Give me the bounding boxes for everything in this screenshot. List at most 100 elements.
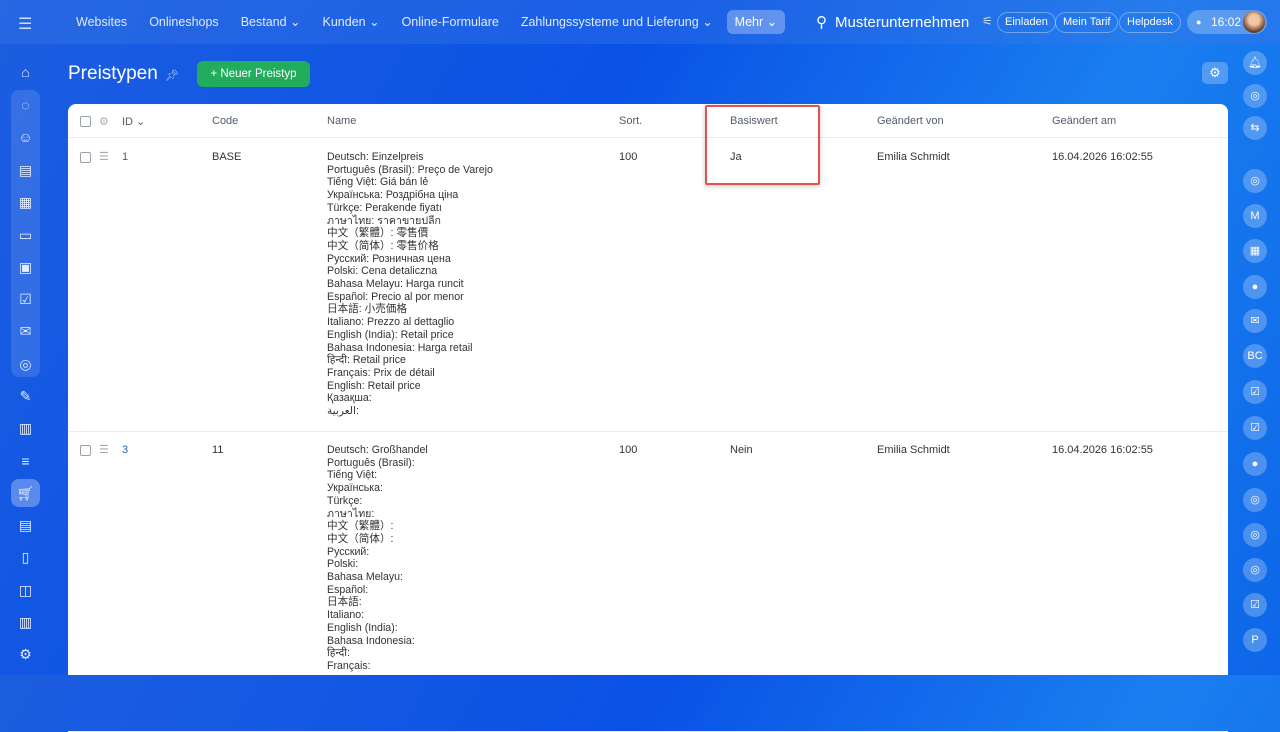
right-sidebar-icon[interactable]: M — [1243, 204, 1267, 228]
name-translation: Tiếng Việt: Giá bán lẻ — [327, 176, 429, 189]
right-sidebar-icon[interactable]: ☑ — [1243, 416, 1267, 440]
invite-button[interactable]: Einladen — [997, 12, 1056, 33]
top-nav: Websites Onlineshops Bestand ⌄ Kunden ⌄ Onli… — [68, 0, 791, 44]
nav-item[interactable]: Mehr ⌄ — [726, 10, 786, 34]
right-sidebar-icon[interactable]: ☑ — [1243, 593, 1267, 617]
row-id-link[interactable]: 1 — [122, 151, 128, 163]
right-sidebar-icon[interactable]: P — [1243, 628, 1267, 652]
header-code[interactable]: Code — [212, 115, 238, 127]
name-translation: ภาษาไทย: — [327, 507, 375, 520]
pin-icon[interactable]: 📌︎ — [165, 69, 179, 82]
mail-icon[interactable]: ✉ — [11, 317, 40, 345]
user-avatar[interactable] — [1243, 11, 1265, 33]
row-checkbox[interactable] — [80, 445, 91, 456]
company-search[interactable]: ⚲ Musterunternehmen — [816, 13, 969, 32]
row-id-link[interactable]: 3 — [122, 444, 128, 456]
right-sidebar-icon[interactable]: ✉ — [1243, 309, 1267, 333]
name-translation: हिन्दी: — [327, 647, 350, 660]
documents-icon[interactable]: ▤ — [11, 156, 40, 184]
home-icon[interactable]: ⌂ — [11, 58, 40, 86]
nav-item[interactable]: Online-Formulare — [394, 10, 507, 34]
shop-icon[interactable]: 🛒︎ — [11, 479, 40, 507]
drive-icon[interactable]: ▭ — [11, 221, 40, 249]
row-changed-at: 16.04.2026 16:02:55 — [1052, 151, 1153, 163]
row-code: BASE — [212, 151, 242, 163]
drag-handle-icon[interactable]: ☰ — [99, 150, 109, 163]
cards-icon[interactable]: ▤ — [11, 511, 40, 539]
select-all-checkbox[interactable] — [80, 116, 91, 127]
file-icon[interactable]: ▯ — [11, 543, 40, 571]
row-base-value: Nein — [730, 444, 753, 456]
automation-icon[interactable]: ◌ — [11, 91, 40, 119]
name-translation: Türkçe: — [327, 494, 363, 507]
menu-icon[interactable]: ☰ — [18, 14, 32, 34]
helpdesk-button[interactable]: Helpdesk — [1119, 12, 1181, 33]
right-sidebar-icon[interactable]: ◎ — [1243, 488, 1267, 512]
bell-icon[interactable]: 🔔︎ — [1243, 51, 1267, 75]
book-icon[interactable]: ◫ — [11, 576, 40, 604]
right-sidebar-icon[interactable]: ◎ — [1243, 523, 1267, 547]
chat-icon[interactable]: ◎ — [11, 350, 40, 378]
name-translation: Português (Brasil): Preço de Varejo — [327, 163, 493, 176]
name-translation: 日本語: 小売価格 — [327, 303, 408, 316]
name-translation: Қазақша: — [327, 392, 372, 405]
nav-item[interactable]: Kunden ⌄ — [315, 10, 388, 34]
row-checkbox[interactable] — [80, 152, 91, 163]
nav-item[interactable]: Websites — [68, 10, 135, 34]
row-sort: 100 — [619, 444, 638, 456]
right-sidebar-icon[interactable]: ● — [1243, 452, 1267, 476]
right-sidebar-icon[interactable]: BC — [1243, 344, 1267, 368]
name-translation: 中文（简体）: 零售价格 — [327, 239, 439, 252]
table-header: ⚙ ID ⌄ Code Name Sort. Basiswert Geänder… — [68, 104, 1228, 138]
header-changed-at[interactable]: Geändert am — [1052, 115, 1116, 127]
right-sidebar-icon[interactable]: ◎ — [1243, 558, 1267, 582]
name-translation: 中文（繁體）: — [327, 520, 394, 533]
name-translation: English (India): Retail price — [327, 328, 454, 341]
name-translation: Русский: Розничная цена — [327, 252, 451, 265]
header-changed-by[interactable]: Geändert von — [877, 115, 944, 127]
name-translation: Bahasa Indonesia: — [327, 634, 415, 647]
right-sidebar-icon[interactable]: ▦ — [1243, 239, 1267, 263]
search-icon[interactable]: ⚲ — [816, 13, 827, 31]
column-settings-gear-icon[interactable]: ⚙ — [99, 115, 109, 128]
row-code: 11 — [212, 444, 224, 456]
inventory-icon[interactable]: ▥ — [11, 414, 40, 442]
right-sidebar-icon[interactable]: ◎ — [1243, 84, 1267, 108]
row-changed-by: Emilia Schmidt — [877, 444, 950, 456]
name-translation: Bahasa Indonesia: Harga retail — [327, 341, 473, 354]
table-row[interactable]: ☰ 3 11 Deutsch: Großhandel Português (Bra… — [68, 432, 1228, 732]
table-row[interactable]: ☰ 1 BASE Deutsch: Einzelpreis Português (… — [68, 139, 1228, 432]
name-translation: हिन्दी: Retail price — [327, 354, 406, 367]
name-translation: English: Retail price — [327, 379, 421, 392]
new-price-type-button[interactable]: + Neuer Preistyp — [197, 61, 310, 87]
new-button-label: Neuer Preistyp — [220, 68, 297, 80]
header-sort[interactable]: Sort. — [619, 115, 642, 127]
left-sidebar: ⌂ ◌ ☺ ▤ ▦ ▭ ▣ ☑ ✉ ◎ ✎ ▥ ≡ 🛒︎ ▤ ▯ ◫ ▥ ⚙ — [0, 44, 52, 675]
settings-icon[interactable]: ⚙ — [11, 640, 40, 668]
company-name[interactable]: Musterunternehmen — [835, 14, 969, 31]
calendar-icon[interactable]: ▦ — [11, 188, 40, 216]
name-translation: Español: Precio al por menor — [327, 290, 464, 303]
header-id[interactable]: ID ⌄ — [122, 115, 145, 128]
right-sidebar-icon[interactable]: ◎ — [1243, 169, 1267, 193]
sites-icon[interactable]: ▣ — [11, 253, 40, 281]
header-name[interactable]: Name — [327, 115, 356, 127]
contacts-icon[interactable]: ☺ — [11, 123, 40, 151]
top-bar: ☰ Websites Onlineshops Bestand ⌄ Kunden ⌄ On… — [0, 0, 1280, 44]
name-translation: English (India): — [327, 621, 398, 634]
tasks-icon[interactable]: ☑ — [11, 285, 40, 313]
settings-sliders-icon[interactable]: ⚟ — [982, 14, 993, 28]
nav-item[interactable]: Bestand ⌄ — [233, 10, 309, 34]
plan-button[interactable]: Mein Tarif — [1055, 12, 1119, 33]
analytics-icon[interactable]: ▥ — [11, 608, 40, 636]
page-settings-button[interactable]: ⚙ — [1202, 62, 1228, 84]
nav-item[interactable]: Onlineshops — [141, 10, 227, 34]
right-sidebar-icon[interactable]: ☑ — [1243, 380, 1267, 404]
drag-handle-icon[interactable]: ☰ — [99, 443, 109, 456]
funnel-icon[interactable]: ≡ — [11, 447, 40, 475]
right-sidebar-icon[interactable]: ⇆ — [1243, 116, 1267, 140]
sign-icon[interactable]: ✎ — [11, 382, 40, 410]
name-translation: 中文（简体）: — [327, 532, 394, 545]
right-sidebar-icon[interactable]: ● — [1243, 275, 1267, 299]
nav-item[interactable]: Zahlungssysteme und Lieferung ⌄ — [513, 10, 721, 34]
